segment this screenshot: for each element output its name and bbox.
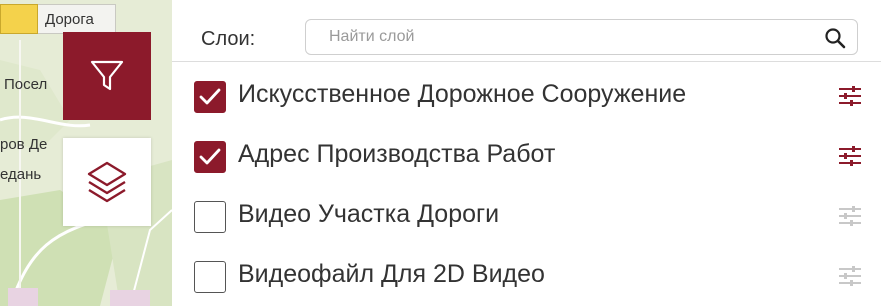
- layer-item[interactable]: Искусственное Дорожное Сооружение: [172, 66, 881, 124]
- sliders-icon: [839, 86, 861, 106]
- filter-button[interactable]: [63, 32, 151, 120]
- layer-label: Видео Участка Дороги: [238, 200, 500, 228]
- layer-label: Искусственное Дорожное Сооружение: [238, 80, 687, 108]
- sliders-icon: [839, 146, 861, 166]
- layer-checkbox[interactable]: [194, 201, 226, 233]
- layer-checkbox[interactable]: [194, 141, 226, 173]
- layer-settings-button[interactable]: [836, 204, 864, 228]
- layer-settings-button[interactable]: [836, 84, 864, 108]
- layer-item[interactable]: Видеофайл Для 2D Видео: [172, 246, 881, 304]
- road-icon: [0, 4, 38, 34]
- layer-search-input[interactable]: [306, 20, 816, 54]
- map-label-settlement: Посел: [4, 76, 48, 93]
- layers-heading: Слои:: [201, 28, 256, 50]
- search-button[interactable]: [823, 26, 847, 50]
- layer-label: Адрес Производства Работ: [238, 140, 556, 168]
- layer-checkbox[interactable]: [194, 81, 226, 113]
- layer-settings-button[interactable]: [836, 144, 864, 168]
- layers-panel: Слои: Искусственное Дорожное Сооружение: [172, 0, 881, 306]
- layer-search: [305, 19, 858, 55]
- panel-header: Слои:: [172, 0, 881, 62]
- layers-button[interactable]: [63, 138, 151, 226]
- sliders-icon: [839, 206, 861, 226]
- layer-checkbox[interactable]: [194, 261, 226, 293]
- layer-item[interactable]: Видео Участка Дороги: [172, 186, 881, 244]
- layer-settings-button[interactable]: [836, 264, 864, 288]
- map-label-street: ров Де: [0, 136, 48, 153]
- sliders-icon: [839, 266, 861, 286]
- layers-icon: [87, 161, 127, 203]
- filter-icon: [90, 60, 124, 91]
- checkmark-icon: [199, 88, 221, 105]
- search-icon: [825, 28, 846, 49]
- map-label-street-2: едань: [0, 166, 42, 183]
- layer-item[interactable]: Адрес Производства Работ: [172, 126, 881, 184]
- checkmark-icon: [199, 148, 221, 165]
- layer-label: Видеофайл Для 2D Видео: [238, 260, 545, 288]
